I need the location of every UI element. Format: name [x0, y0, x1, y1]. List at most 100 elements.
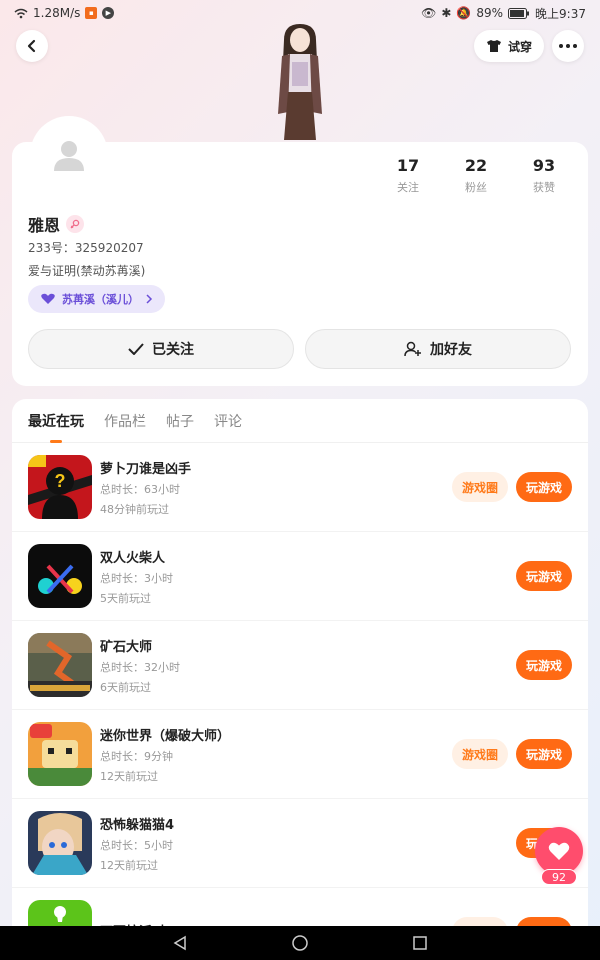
stat-fans-count: 22: [464, 156, 488, 175]
game-info: 恐怖躲猫猫4 总时长：5小时 12天前玩过: [100, 814, 516, 873]
stat-following-count: 17: [396, 156, 420, 175]
game-duration: 总时长：3小时: [100, 571, 173, 585]
stat-likes-count: 93: [532, 156, 556, 175]
clock: 晚上9:37: [535, 6, 586, 21]
heart-icon: [548, 842, 570, 860]
stat-following[interactable]: 17 关注: [374, 156, 442, 195]
status-left: 1.28M/s ▪ ▶: [14, 6, 115, 20]
try-on-button[interactable]: 试穿: [473, 30, 544, 62]
status-right: 👁 ✱ 🔕 89% 晚上9:37: [421, 5, 586, 22]
avatar[interactable]: [30, 116, 108, 194]
game-row[interactable]: 双人火柴人 总时长：3小时 5天前玩过 玩游戏: [12, 532, 588, 621]
game-art-icon: [28, 633, 92, 697]
game-row[interactable]: 矿石大师 总时长：32小时 6天前玩过 玩游戏: [12, 621, 588, 710]
nav-recents-icon[interactable]: [412, 935, 428, 951]
game-name: 双人火柴人: [100, 550, 166, 566]
network-speed: 1.28M/s: [33, 6, 81, 20]
stat-fans[interactable]: 22 粉丝: [442, 156, 510, 195]
battery-icon: [508, 7, 530, 19]
bio: 爱与证明(禁动苏苒溪): [28, 264, 146, 278]
back-button[interactable]: [16, 30, 48, 62]
tab-posts[interactable]: 帖子: [166, 411, 194, 443]
game-duration: 总时长：9分钟: [100, 749, 173, 763]
avatar-character-figure: [278, 24, 322, 140]
heart-link-icon: [41, 293, 55, 304]
followed-button[interactable]: 已关注: [28, 329, 294, 369]
game-circle-button[interactable]: 游戏圈: [451, 472, 508, 502]
battery-percent: 89%: [476, 6, 504, 20]
game-art-icon: [28, 811, 92, 875]
game-circle-button[interactable]: 游戏圈: [451, 739, 508, 769]
game-icon-stickman: [28, 544, 92, 608]
game-last-played: 12天前玩过: [100, 858, 158, 872]
app-notification-icon: ▪: [85, 7, 98, 19]
nav-home-icon[interactable]: [291, 934, 309, 952]
play-game-button[interactable]: 玩游戏: [515, 650, 572, 680]
add-friend-label: 加好友: [430, 342, 472, 358]
stat-likes[interactable]: 93 获赞: [510, 156, 578, 195]
chevron-left-icon: [27, 39, 36, 53]
nav-back-icon[interactable]: [172, 935, 188, 951]
game-name: 矿石大师: [100, 639, 153, 655]
add-friend-button[interactable]: 加好友: [305, 329, 571, 369]
bluetooth-icon: ✱: [441, 6, 452, 20]
stat-fans-label: 粉丝: [465, 181, 487, 194]
gender-badge: [66, 215, 85, 233]
game-info: 矿石大师 总时长：32小时 6天前玩过: [100, 636, 516, 695]
game-row[interactable]: 恐怖躲猫猫4 总时长：5小时 12天前玩过 玩游戏: [12, 799, 588, 888]
tab-recently-played[interactable]: 最近在玩: [28, 411, 84, 443]
stat-following-label: 关注: [397, 181, 419, 194]
game-art-icon: [28, 544, 92, 608]
wifi-icon: [14, 8, 28, 18]
play-notification-icon: ▶: [102, 7, 115, 19]
stats-row: 17 关注 22 粉丝 93 获赞: [374, 156, 578, 195]
game-info: 萝卜刀谁是凶手 总时长：63小时 48分钟前玩过: [100, 458, 452, 517]
nickname-row: 雅恩: [28, 212, 85, 236]
floating-like-button[interactable]: [535, 827, 583, 875]
game-art-icon: [28, 722, 92, 786]
svg-text:?: ?: [55, 471, 66, 491]
play-game-button[interactable]: 玩游戏: [515, 739, 572, 769]
system-nav-bar: [0, 926, 600, 960]
profile-card: 17 关注 22 粉丝 93 获赞 雅恩 233号：325920207 爱与证明…: [12, 116, 588, 386]
female-symbol-icon: [70, 219, 80, 229]
followed-label: 已关注: [152, 342, 194, 358]
game-art-icon: ?: [28, 455, 92, 519]
play-game-button[interactable]: 玩游戏: [515, 472, 572, 502]
mute-icon: 🔕: [456, 6, 472, 20]
game-last-played: 6天前玩过: [100, 680, 151, 694]
user-id: 233号：325920207: [28, 241, 144, 255]
avatar-inner: [34, 120, 104, 190]
game-last-played: 48分钟前玩过: [100, 502, 169, 516]
chevron-right-icon: [146, 294, 153, 304]
game-list: ? 萝卜刀谁是凶手 总时长：63小时 48分钟前玩过 游戏圈 玩游戏 双人火柴人…: [12, 443, 588, 939]
content-card: 最近在玩 作品栏 帖子 评论 ? 萝卜刀谁是凶手 总时长：63小时 48分钟前玩…: [12, 399, 588, 939]
nickname: 雅恩: [28, 216, 61, 235]
game-name: 迷你世界（爆破大师）: [100, 728, 231, 744]
game-last-played: 12天前玩过: [100, 769, 158, 783]
stat-likes-label: 获赞: [533, 181, 555, 194]
more-button[interactable]: [552, 30, 584, 62]
game-row[interactable]: ? 萝卜刀谁是凶手 总时长：63小时 48分钟前玩过 游戏圈 玩游戏: [12, 443, 588, 532]
tab-comments[interactable]: 评论: [214, 411, 242, 443]
cp-relation-label: 苏苒溪（溪儿）: [62, 293, 139, 306]
game-name: 恐怖躲猫猫4: [100, 817, 175, 833]
eye-icon: 👁: [421, 6, 437, 20]
more-dots-icon: [559, 44, 577, 48]
try-on-label: 试穿: [507, 39, 532, 54]
tab-bar: 最近在玩 作品栏 帖子 评论: [12, 399, 588, 443]
like-count-badge: 92: [541, 869, 577, 885]
add-friend-icon: [404, 341, 421, 357]
cp-relation-tag[interactable]: 苏苒溪（溪儿）: [28, 285, 165, 313]
game-icon-radish-knife: ?: [28, 455, 92, 519]
game-duration: 总时长：32小时: [100, 660, 180, 674]
game-icon-ore-master: [28, 633, 92, 697]
play-game-button[interactable]: 玩游戏: [515, 561, 572, 591]
tab-works[interactable]: 作品栏: [104, 411, 146, 443]
game-row[interactable]: 迷你世界（爆破大师） 总时长：9分钟 12天前玩过 游戏圈 玩游戏: [12, 710, 588, 799]
game-info: 双人火柴人 总时长：3小时 5天前玩过: [100, 547, 516, 606]
shirt-icon: [486, 40, 501, 52]
game-name: 萝卜刀谁是凶手: [100, 461, 192, 477]
game-duration: 总时长：63小时: [100, 482, 180, 496]
game-icon-mini-world: [28, 722, 92, 786]
